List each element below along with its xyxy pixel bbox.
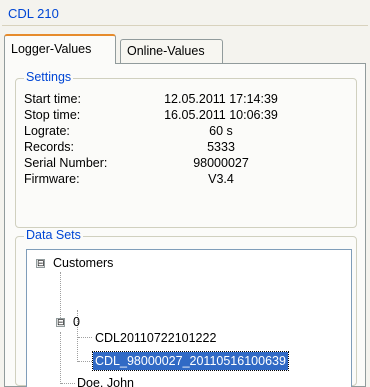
tree-line: [78, 337, 92, 338]
tab-logger-values[interactable]: Logger-Values: [4, 34, 116, 64]
tree-node-doe-john[interactable]: Doe, John: [77, 374, 134, 387]
settings-group: Settings Start time: 12.05.2011 17:14:39…: [15, 70, 357, 228]
start-time-row: Start time: 12.05.2011 17:14:39: [24, 92, 350, 108]
firmware-row: Firmware: V3.4: [24, 172, 350, 188]
tree-line: [61, 383, 75, 384]
serial-number-value: 98000027: [193, 156, 249, 170]
device-group-header: CDL 210: [2, 2, 368, 26]
datasets-group: Data Sets ⊟ Customers ⊟ 0 CDL20110722101…: [15, 228, 357, 387]
start-time-value: 12.05.2011 17:14:39: [164, 92, 278, 106]
node-0-collapse-icon[interactable]: ⊟: [56, 318, 65, 327]
tab-online-values[interactable]: Online-Values: [120, 39, 223, 63]
device-panel: CDL 210 Logger-Values Online-Values Sett…: [0, 0, 370, 387]
serial-number-row: Serial Number: 98000027: [24, 156, 350, 172]
records-row: Records: 5333: [24, 140, 350, 156]
device-title: CDL 210: [8, 6, 59, 21]
tree-item-cdl-98000027-selected[interactable]: CDL_98000027_20110516100639: [92, 351, 289, 371]
datasets-tree[interactable]: ⊟ Customers ⊟ 0 CDL20110722101222 CDL_98…: [26, 249, 352, 387]
tree-line: [60, 272, 61, 322]
tree-line: [78, 361, 92, 362]
tree-node-customers[interactable]: Customers: [53, 254, 113, 272]
logger-values-panel: Settings Start time: 12.05.2011 17:14:39…: [4, 63, 366, 387]
settings-legend: Settings: [24, 70, 74, 84]
tab-strip: Logger-Values Online-Values: [4, 34, 366, 64]
stop-time-value: 16.05.2011 10:06:39: [164, 108, 278, 122]
lograte-value: 60 s: [209, 124, 233, 138]
stop-time-row: Stop time: 16.05.2011 10:06:39: [24, 108, 350, 124]
customers-collapse-icon[interactable]: ⊟: [36, 259, 45, 268]
tree-line: [60, 332, 61, 384]
tree-node-0[interactable]: 0: [73, 313, 80, 331]
firmware-value: V3.4: [208, 172, 234, 186]
tree-item-cdl20110722101222[interactable]: CDL20110722101222: [95, 329, 216, 347]
records-value: 5333: [207, 140, 235, 154]
datasets-legend: Data Sets: [24, 228, 83, 242]
lograte-row: Lograte: 60 s: [24, 124, 350, 140]
